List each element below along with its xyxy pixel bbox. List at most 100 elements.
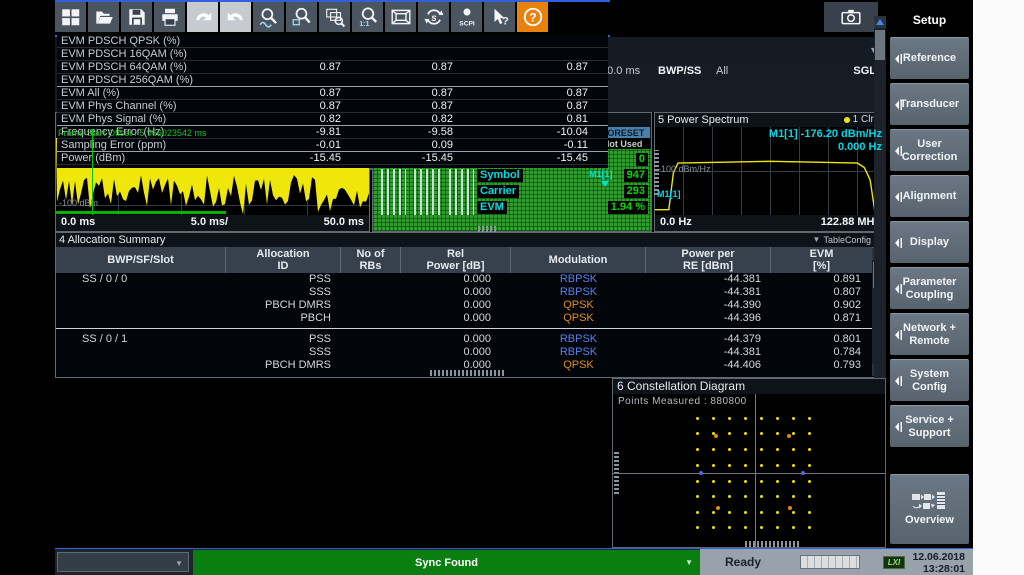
svg-text:s: s <box>431 13 437 24</box>
constellation-point <box>792 448 795 451</box>
table-row: EVM PDSCH 16QAM (%) <box>57 48 608 61</box>
redo-button[interactable] <box>220 2 251 32</box>
softkey-arrow-icon <box>894 328 903 341</box>
allocation-summary-body: SS / 0 / 0PSS0.000RBPSK-44.3810.891SSS0.… <box>56 273 885 377</box>
softkey-system-config[interactable]: System Config <box>890 359 969 401</box>
constellation-point <box>744 448 747 451</box>
sync-status-bar[interactable]: Sync Found ▼ <box>193 550 700 575</box>
print-button[interactable] <box>154 2 185 32</box>
column-header[interactable]: Power per RE [dBm] <box>646 247 771 273</box>
column-header[interactable]: No of RBs <box>341 247 401 273</box>
x-axis-stop: 122.88 MHz <box>821 216 880 231</box>
constellation-point <box>808 511 811 514</box>
bwp-ss-value[interactable]: All <box>716 65 728 77</box>
sequencer-button[interactable]: s <box>418 2 449 32</box>
constellation-point <box>760 526 763 529</box>
multi-window-zoom-button[interactable] <box>319 2 350 32</box>
constellation-point <box>712 526 715 529</box>
column-header[interactable]: Modulation <box>511 247 646 273</box>
table-cell: PBCH DMRS <box>226 299 341 312</box>
pane-grip[interactable] <box>430 370 505 376</box>
table-cell: 0.000 <box>401 286 511 299</box>
softkey-user-correction[interactable]: User Correction <box>890 129 969 171</box>
constellation-point <box>714 434 718 438</box>
help-icon: ? <box>522 6 544 28</box>
allocation-summary-title-bar: 4 Allocation Summary ▼ TableConfig <box>56 233 885 247</box>
constellation-axis <box>755 394 756 547</box>
result-label: EVM Phys Signal (%) <box>57 113 237 125</box>
undo-button[interactable] <box>187 2 218 32</box>
softkey-network-remote[interactable]: Network + Remote <box>890 313 969 355</box>
scpi-recorder-button[interactable]: SCPI <box>451 2 482 32</box>
result-value: 0.87 <box>461 100 596 112</box>
constellation-point <box>760 495 763 498</box>
result-label: EVM PDSCH 16QAM (%) <box>57 48 237 60</box>
table-cell: QPSK <box>511 312 646 325</box>
table-cell: -44.390 <box>646 299 771 312</box>
result-label: EVM PDSCH 256QAM (%) <box>57 74 237 86</box>
softkey-transducer[interactable]: Transducer <box>890 83 969 125</box>
display-frame-button[interactable] <box>385 2 416 32</box>
table-row: PBCH0.000QPSK-44.3960.871 <box>56 312 885 325</box>
result-value: 0.87 <box>349 61 461 73</box>
result-value: 0.09 <box>349 139 461 151</box>
zoom-selection-button[interactable] <box>286 2 317 32</box>
table-cell: -44.381 <box>646 346 771 359</box>
constellation-point <box>792 511 795 514</box>
result-label: EVM All (%) <box>57 87 237 99</box>
group-separator <box>56 328 885 329</box>
softkey-display[interactable]: Display <box>890 221 969 263</box>
softkey-service-support[interactable]: Service + Support <box>890 405 969 447</box>
constellation-point <box>728 480 731 483</box>
result-value <box>349 74 461 86</box>
column-header[interactable]: Rel Power [dB] <box>401 247 511 273</box>
constellation-point <box>787 434 791 438</box>
softkey-reference[interactable]: Reference <box>890 37 969 79</box>
context-help-button[interactable]: ? <box>484 2 515 32</box>
help-button[interactable]: ? <box>517 2 548 32</box>
column-header[interactable]: EVM [%] <box>771 247 873 273</box>
marker-triangle-icon <box>601 181 609 187</box>
marker-info-value: 0 <box>636 153 648 166</box>
open-file-button[interactable] <box>88 2 119 32</box>
softkey-parameter-coupling[interactable]: Parameter Coupling <box>890 267 969 309</box>
constellation-point <box>696 464 699 467</box>
overview-button[interactable]: Overview <box>890 474 969 544</box>
trace1-color-icon <box>844 117 850 123</box>
x-axis-start: 0.0 Hz <box>660 216 692 231</box>
pane-grip[interactable] <box>745 541 800 547</box>
analyzer-screen: 1:1sSCPI?? MultiViewSpectrum×5G NR×▼ Ref… <box>0 0 1024 575</box>
windows-button[interactable] <box>55 2 86 32</box>
table-row: EVM PDSCH 256QAM (%) <box>57 74 608 87</box>
constellation-point <box>776 526 779 529</box>
screenshot-button[interactable] <box>824 2 878 32</box>
table-row: SSS0.000RBPSK-44.3810.807 <box>56 286 885 299</box>
column-header[interactable]: BWP/SF/Slot <box>56 247 226 273</box>
save-button[interactable] <box>121 2 152 32</box>
table-cell: 0.902 <box>771 299 873 312</box>
constellation-point <box>712 464 715 467</box>
constellation-point <box>744 432 747 435</box>
zoom-1to1-button[interactable]: 1:1 <box>352 2 383 32</box>
result-label: EVM PDSCH 64QAM (%) <box>57 61 237 73</box>
constellation-point <box>712 480 715 483</box>
frame-start-offset-label: Frame Start Offset : 5.966023542 ms <box>58 128 206 138</box>
status-dropdown[interactable]: ▼ <box>57 552 189 572</box>
pane-grip[interactable] <box>478 226 498 232</box>
zoom-trace-button[interactable] <box>253 2 284 32</box>
constellation-point <box>728 526 731 529</box>
save-icon <box>126 6 148 28</box>
constellation-point <box>728 495 731 498</box>
constellation-point <box>728 417 731 420</box>
bwp-ss-label[interactable]: BWP/SS <box>658 65 701 77</box>
constellation-point <box>792 480 795 483</box>
constellation-point <box>776 464 779 467</box>
result-value: -15.45 <box>461 152 596 164</box>
table-cell: -44.379 <box>646 333 771 346</box>
constellation-point <box>792 432 795 435</box>
x-axis-start: 0.0 ms <box>61 216 95 231</box>
single-sweep-badge[interactable]: SGL <box>853 65 876 77</box>
softkey-alignment[interactable]: Alignment <box>890 175 969 217</box>
result-value <box>461 74 596 86</box>
column-header[interactable]: Allocation ID <box>226 247 341 273</box>
